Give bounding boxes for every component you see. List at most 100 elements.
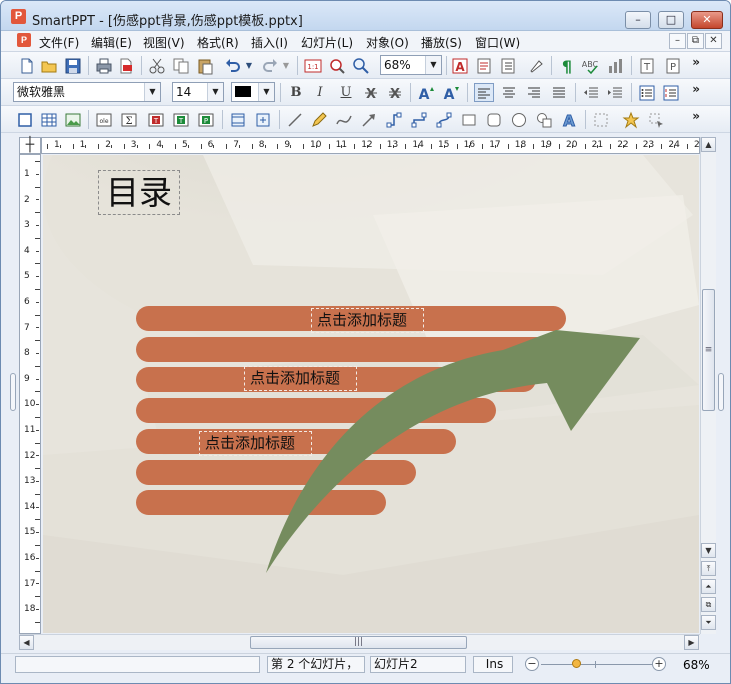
menu-format[interactable]: 格式(R) [197, 34, 239, 51]
scroll-left-button[interactable]: ◀ [19, 635, 34, 650]
strikethrough-icon[interactable]: X [361, 83, 381, 102]
slide-pages-icon[interactable]: ⧉ [701, 597, 716, 612]
menu-view[interactable]: 视图(V) [143, 34, 185, 51]
search-icon[interactable] [351, 56, 371, 75]
title-placeholder-icon[interactable]: T [171, 110, 191, 129]
zoom-slider-track[interactable] [541, 664, 653, 665]
bullet-list-icon[interactable] [637, 83, 657, 102]
new-document-icon[interactable] [17, 56, 37, 75]
increase-font-icon[interactable]: A [416, 83, 436, 103]
content-placeholder-icon[interactable]: P [196, 110, 216, 129]
menu-edit[interactable]: 编辑(E) [91, 34, 132, 51]
pencil-icon[interactable] [309, 110, 329, 129]
bold-button[interactable]: B [286, 83, 306, 102]
curved-connector-icon[interactable] [434, 110, 454, 129]
menu-insert[interactable]: 插入(I) [251, 34, 288, 51]
font-color-select[interactable]: ▼ [231, 82, 275, 102]
toolbar-overflow-icon[interactable]: » [692, 109, 700, 123]
redo-icon[interactable] [260, 56, 280, 75]
media-icon[interactable] [228, 110, 248, 129]
text-color-a-icon[interactable]: A [450, 56, 470, 75]
document-icon[interactable]: P [17, 33, 31, 47]
connector-icon[interactable] [384, 110, 404, 129]
text-box-icon[interactable] [474, 56, 494, 75]
chevron-down-icon[interactable]: ▼ [207, 83, 223, 101]
table-icon[interactable] [39, 110, 59, 129]
decrease-indent-icon[interactable] [581, 83, 601, 102]
chevron-down-icon[interactable]: ▼ [425, 56, 441, 74]
align-center-icon[interactable] [499, 83, 519, 102]
toolbar-overflow-icon[interactable]: » [692, 82, 700, 96]
star-icon[interactable] [621, 110, 641, 129]
print-icon[interactable] [94, 56, 114, 75]
undo-dropdown-icon[interactable]: ▼ [244, 56, 254, 75]
ellipse-icon[interactable] [509, 110, 529, 129]
ruler-origin-button[interactable]: ┼ [19, 137, 41, 154]
picture-icon[interactable] [63, 110, 83, 129]
paste-icon[interactable] [195, 56, 215, 75]
shapes-icon[interactable] [534, 110, 554, 129]
rectangle-icon[interactable] [459, 110, 479, 129]
chevron-down-icon[interactable]: ▼ [258, 83, 274, 101]
chevron-down-icon[interactable]: ▼ [144, 83, 160, 101]
zoom-tool-icon[interactable] [327, 56, 347, 75]
italic-button[interactable]: I [310, 83, 330, 102]
toolbar-overflow-icon[interactable]: » [692, 55, 700, 69]
formula-icon[interactable]: Σ [119, 110, 139, 129]
scroll-up-button[interactable]: ▲ [701, 137, 716, 152]
zoom-out-icon[interactable]: − [525, 657, 539, 671]
right-panel-grip[interactable] [718, 373, 724, 411]
underline-button[interactable]: U [336, 83, 356, 102]
menu-window[interactable]: 窗口(W) [475, 34, 520, 51]
arrow-line-icon[interactable] [359, 110, 379, 129]
vertical-scrollbar[interactable]: ▲ ≡ ▼ ⤒ ⏶ ⧉ ⏷ [700, 137, 716, 634]
font-name-select[interactable]: 微软雅黑 ▼ [13, 82, 161, 102]
copy-icon[interactable] [171, 56, 191, 75]
spellcheck-icon[interactable]: ABC [581, 56, 601, 75]
zoom-in-icon[interactable]: + [652, 657, 666, 671]
select-objects-icon[interactable] [646, 110, 666, 129]
curved-arrow-shape[interactable] [43, 155, 699, 633]
align-right-icon[interactable] [524, 83, 544, 102]
zoom-slider-knob[interactable] [572, 659, 581, 668]
horizontal-scrollbar[interactable]: ◀ ||| ▶ [19, 634, 700, 650]
open-folder-icon[interactable] [39, 56, 59, 75]
undo-icon[interactable] [223, 56, 243, 75]
close-button[interactable]: ✕ [691, 11, 723, 29]
vertical-scroll-thumb[interactable]: ≡ [702, 289, 715, 411]
format-painter-icon[interactable] [526, 56, 546, 75]
chart-icon[interactable] [605, 56, 625, 75]
word-art-icon[interactable]: A [559, 110, 579, 131]
menu-object[interactable]: 对象(O) [366, 34, 409, 51]
actual-size-icon[interactable]: 1:1 [303, 56, 323, 75]
menu-play[interactable]: 播放(S) [421, 34, 462, 51]
elbow-connector-icon[interactable] [409, 110, 429, 129]
doc-close-button[interactable]: ✕ [705, 33, 722, 49]
zoom-select[interactable]: 68% ▼ [380, 55, 442, 75]
frame-icon[interactable] [15, 110, 35, 129]
list-doc-icon[interactable] [498, 56, 518, 75]
menu-file[interactable]: 文件(F) [39, 34, 79, 51]
horizontal-scroll-thumb[interactable]: ||| [250, 636, 467, 649]
align-left-icon[interactable] [474, 83, 494, 102]
paragraph-mark-icon[interactable]: ¶ [557, 56, 577, 76]
doc-minimize-button[interactable]: – [669, 33, 686, 49]
presentation-icon[interactable]: P [663, 56, 683, 75]
redo-dropdown-icon[interactable]: ▼ [281, 56, 291, 75]
previous-slide-icon[interactable]: ⏶ [701, 579, 716, 594]
numbered-list-icon[interactable] [661, 83, 681, 102]
scroll-right-button[interactable]: ▶ [684, 635, 699, 650]
cut-icon[interactable] [147, 56, 167, 75]
next-slide-icon[interactable]: ⏷ [701, 615, 716, 630]
maximize-button[interactable]: □ [658, 11, 684, 29]
slide-canvas[interactable]: 目录 点击添加标题 点击添加标题 点击添加标题 [43, 155, 699, 633]
group-icon[interactable] [591, 110, 611, 129]
font-size-select[interactable]: 14 ▼ [172, 82, 224, 102]
slide-link-icon[interactable] [253, 110, 273, 129]
rounded-rectangle-icon[interactable] [484, 110, 504, 129]
line-tool-icon[interactable] [285, 110, 305, 129]
ole-object-icon[interactable]: ole [94, 110, 114, 129]
text-frame-icon[interactable]: T [146, 110, 166, 129]
align-justify-icon[interactable] [549, 83, 569, 102]
double-strikethrough-icon[interactable]: X [385, 83, 405, 102]
